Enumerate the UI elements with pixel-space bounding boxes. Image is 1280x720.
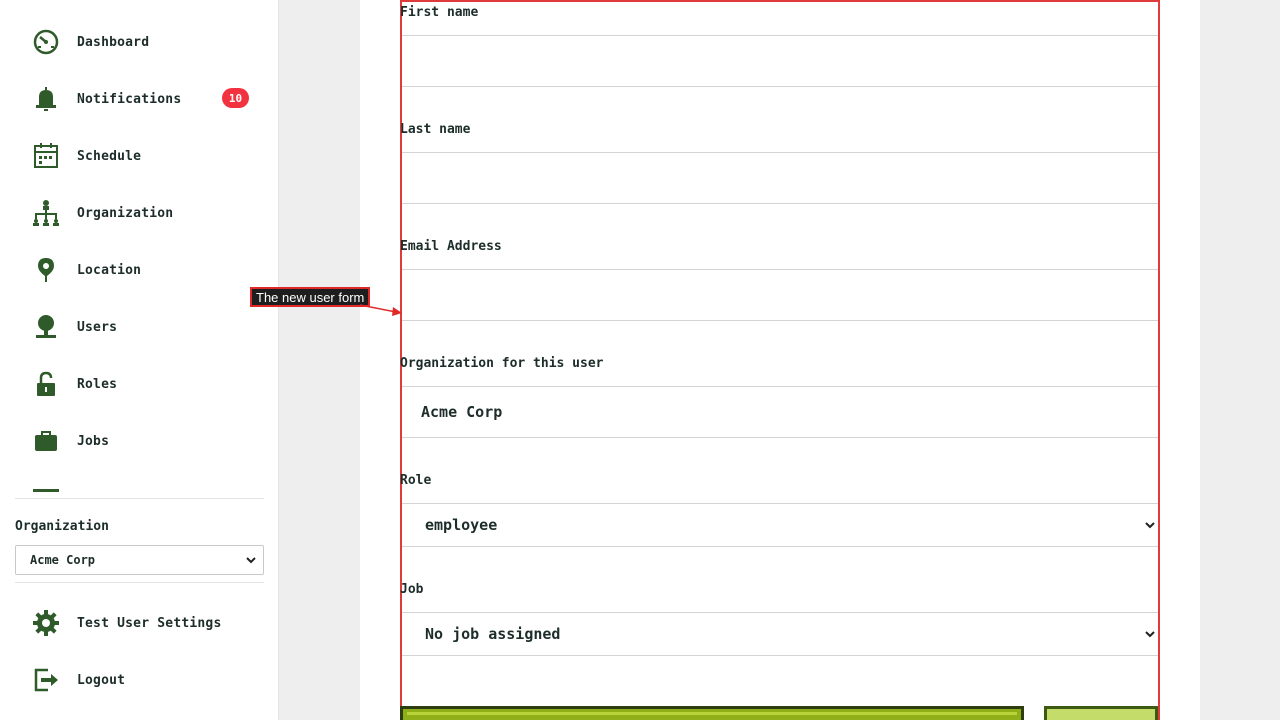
chevron-down-icon bbox=[246, 557, 256, 564]
sidebar-scroll-overflow-hint bbox=[33, 489, 59, 492]
sidebar-item-users[interactable]: Users bbox=[30, 311, 260, 343]
sidebar-item-label: Organization bbox=[77, 205, 174, 221]
last-name-input[interactable] bbox=[402, 152, 1158, 204]
briefcase-icon bbox=[30, 425, 62, 457]
sidebar-item-jobs[interactable]: Jobs bbox=[30, 425, 260, 457]
organization-select-value: Acme Corp bbox=[30, 553, 96, 567]
logout-icon bbox=[30, 664, 62, 696]
sidebar: Dashboard Notifications 10 Schedule Orga… bbox=[0, 0, 279, 720]
gear-icon bbox=[30, 607, 62, 639]
sidebar-item-label: Roles bbox=[77, 376, 118, 392]
secondary-button[interactable] bbox=[1044, 706, 1158, 720]
user-icon bbox=[30, 311, 62, 343]
sidebar-item-notifications[interactable]: Notifications 10 bbox=[30, 83, 260, 115]
organization-field-label: Organization for this user bbox=[400, 356, 604, 371]
annotation-label: The new user form bbox=[250, 287, 371, 307]
sidebar-item-label: Test User Settings bbox=[77, 615, 222, 631]
last-name-label: Last name bbox=[400, 122, 471, 137]
sidebar-item-location[interactable]: Location bbox=[30, 254, 260, 286]
notification-count-badge: 10 bbox=[222, 88, 249, 108]
sidebar-item-schedule[interactable]: Schedule bbox=[30, 140, 260, 172]
organization-select[interactable]: Acme Corp bbox=[15, 545, 264, 575]
org-chart-icon bbox=[30, 197, 62, 229]
role-select[interactable]: employee bbox=[402, 503, 1158, 547]
dashboard-icon bbox=[30, 26, 62, 58]
organization-label: Organization bbox=[15, 519, 109, 534]
job-select[interactable]: No job assigned bbox=[402, 612, 1158, 656]
chevron-down-icon bbox=[1145, 631, 1155, 638]
sidebar-item-organization[interactable]: Organization bbox=[30, 197, 260, 229]
sidebar-divider bbox=[15, 498, 264, 499]
first-name-input[interactable] bbox=[402, 35, 1158, 87]
sidebar-item-dashboard[interactable]: Dashboard bbox=[30, 26, 260, 58]
bell-icon bbox=[30, 83, 62, 115]
annotation-arrow bbox=[359, 304, 402, 316]
job-label: Job bbox=[400, 582, 424, 597]
sidebar-item-label: Logout bbox=[77, 672, 126, 688]
unlock-icon bbox=[30, 368, 62, 400]
chevron-down-icon bbox=[1145, 522, 1155, 529]
sidebar-item-label: Notifications bbox=[77, 91, 182, 107]
location-pin-icon bbox=[30, 254, 62, 286]
calendar-icon bbox=[30, 140, 62, 172]
role-label: Role bbox=[400, 473, 432, 488]
submit-button[interactable] bbox=[400, 706, 1024, 720]
email-label: Email Address bbox=[400, 239, 502, 254]
job-select-value: No job assigned bbox=[425, 625, 561, 643]
sidebar-item-label: Schedule bbox=[77, 148, 142, 164]
sidebar-item-logout[interactable]: Logout bbox=[30, 664, 260, 696]
first-name-label: First name bbox=[400, 5, 479, 20]
sidebar-item-label: Users bbox=[77, 319, 118, 335]
email-input[interactable] bbox=[402, 269, 1158, 321]
sidebar-item-label: Dashboard bbox=[77, 34, 150, 50]
role-select-value: employee bbox=[425, 516, 498, 534]
sidebar-item-label: Location bbox=[77, 262, 142, 278]
sidebar-item-label: Jobs bbox=[77, 433, 110, 449]
sidebar-divider bbox=[15, 582, 264, 583]
sidebar-item-roles[interactable]: Roles bbox=[30, 368, 260, 400]
organization-input[interactable]: Acme Corp bbox=[402, 386, 1158, 438]
sidebar-item-test-user-settings[interactable]: Test User Settings bbox=[30, 607, 260, 639]
